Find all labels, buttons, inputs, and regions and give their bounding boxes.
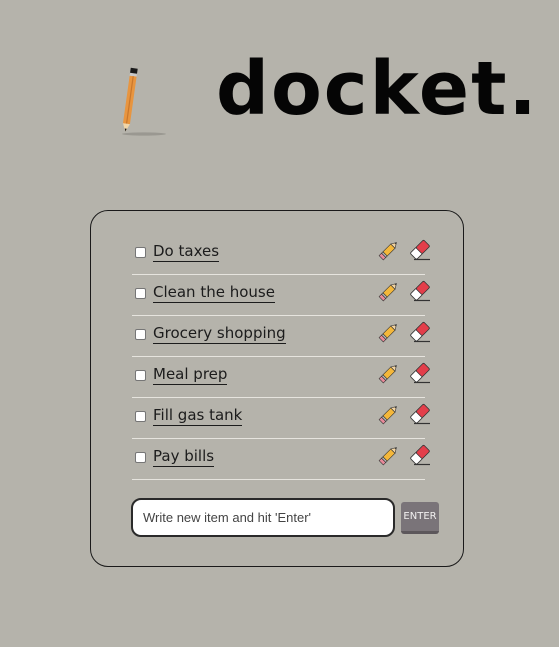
- todo-checkbox[interactable]: [135, 329, 146, 340]
- pencil-icon[interactable]: [378, 362, 400, 384]
- todo-checkbox[interactable]: [135, 288, 146, 299]
- pencil-icon[interactable]: [378, 321, 400, 343]
- todo-checkbox[interactable]: [135, 370, 146, 381]
- app-logo-title: docket.: [216, 46, 539, 132]
- enter-button[interactable]: ENTER: [401, 502, 439, 534]
- app-header: docket.: [0, 0, 559, 160]
- todo-label[interactable]: Pay bills: [153, 447, 215, 467]
- eraser-icon[interactable]: [408, 403, 432, 425]
- todo-item: Meal prep: [132, 357, 430, 398]
- eraser-icon[interactable]: [408, 280, 432, 302]
- todo-checkbox[interactable]: [135, 452, 146, 463]
- eraser-icon[interactable]: [408, 321, 432, 343]
- pencil-logo-icon: [122, 67, 166, 136]
- new-item-input[interactable]: [131, 498, 395, 537]
- todo-item: Fill gas tank: [132, 398, 430, 439]
- eraser-icon[interactable]: [408, 362, 432, 384]
- todo-label[interactable]: Meal prep: [153, 365, 228, 385]
- todo-label[interactable]: Fill gas tank: [153, 406, 243, 426]
- eraser-icon[interactable]: [408, 444, 432, 466]
- todo-label[interactable]: Do taxes: [153, 242, 220, 262]
- todo-label[interactable]: Clean the house: [153, 283, 275, 303]
- todo-item: Pay bills: [132, 439, 430, 480]
- todo-label[interactable]: Grocery shopping: [153, 324, 286, 344]
- todo-item: Clean the house: [132, 275, 430, 316]
- todo-item: Do taxes: [132, 234, 430, 275]
- todo-list: Do taxes Clean the house Grocery shoppin…: [132, 234, 430, 480]
- todo-checkbox[interactable]: [135, 411, 146, 422]
- eraser-icon[interactable]: [408, 239, 432, 261]
- pencil-icon[interactable]: [378, 403, 400, 425]
- pencil-icon[interactable]: [378, 444, 400, 466]
- todo-item: Grocery shopping: [132, 316, 430, 357]
- pencil-icon[interactable]: [378, 239, 400, 261]
- pencil-icon[interactable]: [378, 280, 400, 302]
- todo-checkbox[interactable]: [135, 247, 146, 258]
